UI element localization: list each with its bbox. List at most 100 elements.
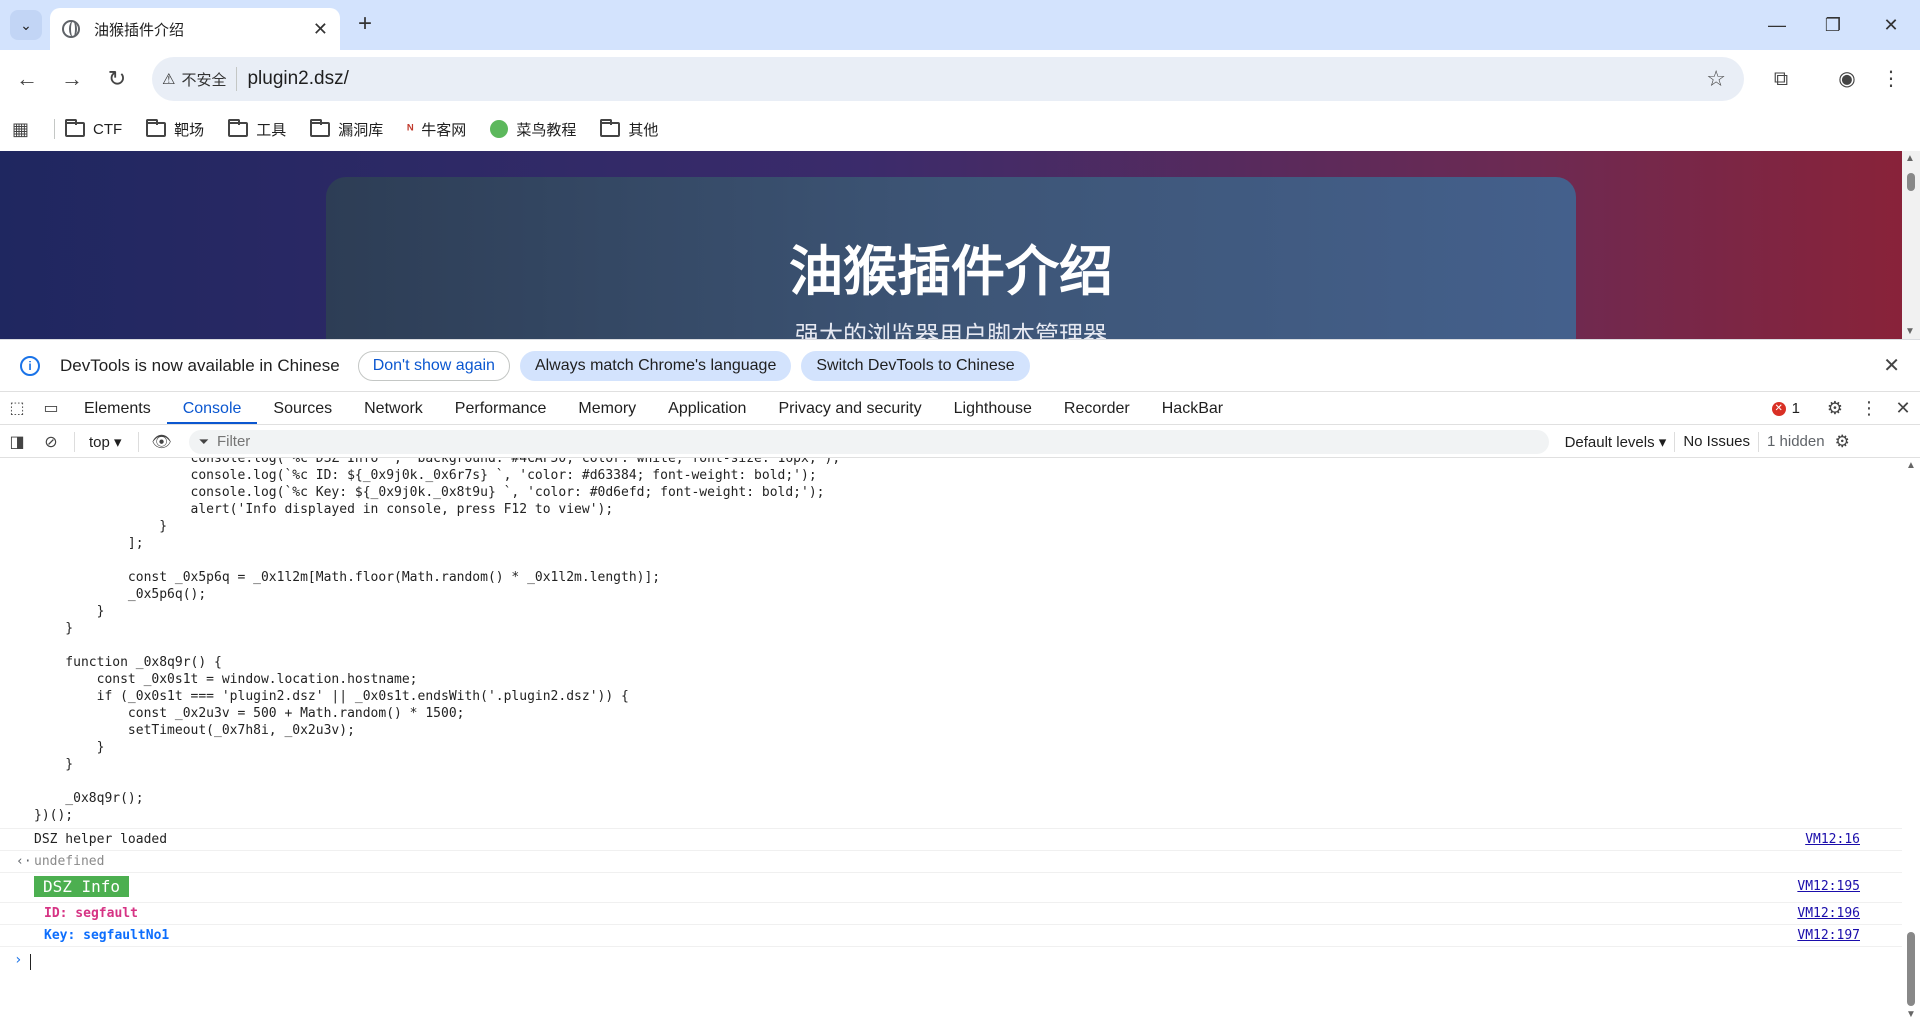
text-caret	[30, 954, 31, 970]
console-scroll-thumb[interactable]	[1907, 932, 1915, 1006]
devtools-menu-icon[interactable]: ⋮	[1852, 398, 1886, 419]
console-prompt-row[interactable]: ›	[0, 946, 1902, 976]
bookmark-nowcoder[interactable]: ᴺ 牛客网	[407, 119, 466, 140]
toolbar-divider	[74, 431, 75, 452]
page-subtitle: 强大的浏览器用户脚本管理器	[795, 322, 1107, 339]
bookmark-vulndb[interactable]: 漏洞库	[310, 118, 383, 140]
bookmark-star-icon[interactable]: ☆	[1706, 66, 1726, 92]
console-return-value: ‹· undefined	[0, 850, 1902, 872]
console-message: Key: segfaultNo1 VM12:197	[0, 924, 1902, 946]
source-link[interactable]: VM12:16	[1805, 832, 1860, 847]
security-label[interactable]: 不安全	[181, 69, 226, 90]
minimize-icon[interactable]: —	[1762, 10, 1792, 40]
error-count-badge[interactable]: ✕ 1	[1771, 400, 1800, 417]
switch-to-chinese-button[interactable]: Switch DevTools to Chinese	[801, 350, 1030, 381]
source-link[interactable]: VM12:196	[1797, 906, 1860, 921]
key-output: Key: segfaultNo1	[44, 928, 170, 943]
reload-icon[interactable]: ↻	[102, 64, 132, 94]
sidebar-toggle-icon[interactable]: ◨	[0, 432, 34, 452]
tab-lighthouse[interactable]: Lighthouse	[938, 392, 1048, 424]
tab-network[interactable]: Network	[348, 392, 439, 424]
console-message: ID: segfault VM12:196	[0, 902, 1902, 924]
console-output[interactable]: console.log(`%c DSZ Info `, 'background:…	[0, 458, 1902, 1020]
clear-console-icon[interactable]: ⊘	[34, 432, 68, 452]
tab-hackbar[interactable]: HackBar	[1146, 392, 1239, 424]
always-match-language-button[interactable]: Always match Chrome's language	[519, 350, 792, 381]
context-label: top	[89, 433, 110, 451]
toolbar-divider	[137, 431, 139, 452]
menu-icon[interactable]: ⋮	[1876, 64, 1906, 94]
close-infobar-icon[interactable]: ✕	[1883, 353, 1900, 378]
tab-sources[interactable]: Sources	[257, 392, 348, 424]
runoob-icon	[490, 120, 509, 138]
source-link[interactable]: VM12:197	[1797, 928, 1860, 943]
device-toolbar-icon[interactable]: ▭	[34, 392, 68, 424]
bookmark-label: 牛客网	[421, 121, 467, 139]
bookmark-label: 菜鸟教程	[516, 121, 577, 139]
filter-icon: ⏷	[198, 433, 209, 449]
browser-tab[interactable]: 油猴插件介绍 ✕	[50, 8, 340, 50]
filter-input[interactable]	[216, 433, 1517, 450]
back-icon[interactable]: ←	[12, 64, 42, 94]
page-scrollbar[interactable]: ▲ ▼	[1902, 151, 1920, 339]
console-toolbar: ◨ ⊘ top ▾ 👁 ⏷ Default levels ▾ No Issues…	[0, 426, 1920, 458]
forward-icon[interactable]: →	[57, 64, 87, 94]
tab-recorder[interactable]: Recorder	[1048, 392, 1146, 424]
scroll-up-icon[interactable]: ▲	[1906, 460, 1916, 471]
infobar-message: DevTools is now available in Chinese	[60, 355, 340, 375]
source-link[interactable]: VM12:195	[1797, 879, 1860, 894]
bookmarks-bar: ▦ CTF 靶场 工具 漏洞库 ᴺ 牛客网 菜鸟教程 其他	[0, 108, 1920, 150]
folder-icon	[600, 118, 621, 137]
url-text[interactable]: plugin2.dsz/	[247, 68, 348, 90]
tab-search-button[interactable]: ⌄	[10, 10, 42, 40]
apps-grid-icon[interactable]: ▦	[12, 119, 36, 140]
page-scroll-thumb[interactable]	[1907, 173, 1915, 191]
inspect-element-icon[interactable]: ⬚	[0, 392, 34, 424]
tab-console[interactable]: Console	[166, 392, 258, 424]
dont-show-again-button[interactable]: Don't show again	[357, 350, 510, 381]
page-title: 油猴插件介绍	[789, 242, 1113, 302]
prompt-chevron-icon: ›	[14, 952, 23, 968]
new-tab-button[interactable]: +	[352, 12, 378, 38]
close-tab-icon[interactable]: ✕	[313, 19, 328, 40]
nowcoder-icon: ᴺ	[407, 121, 414, 137]
page-viewport: 油猴插件介绍 强大的浏览器用户脚本管理器 ▲ ▼	[0, 151, 1920, 339]
bookmark-ctf[interactable]: CTF	[65, 118, 122, 138]
settings-gear-icon[interactable]: ⚙	[1818, 398, 1852, 419]
tab-memory[interactable]: Memory	[562, 392, 652, 424]
context-selector[interactable]: top ▾	[89, 433, 122, 451]
dsz-info-badge: DSZ Info	[34, 876, 130, 897]
tab-performance[interactable]: Performance	[439, 392, 563, 424]
code-echo: console.log(`%c DSZ Info `, 'background:…	[34, 458, 841, 823]
console-message: DSZ Info VM12:195	[0, 872, 1902, 902]
bookmark-tools[interactable]: 工具	[228, 118, 286, 140]
scroll-down-icon[interactable]: ▼	[1906, 1009, 1916, 1020]
scroll-up-icon[interactable]: ▲	[1905, 153, 1915, 164]
tab-privacy-security[interactable]: Privacy and security	[762, 392, 937, 424]
devtools-language-infobar: i DevTools is now available in Chinese D…	[0, 339, 1920, 391]
scroll-down-icon[interactable]: ▼	[1905, 326, 1915, 337]
console-settings-icon[interactable]: ⚙	[1835, 432, 1850, 452]
live-expression-eye-icon[interactable]: 👁	[145, 432, 179, 452]
restore-icon[interactable]: ❐	[1818, 10, 1848, 40]
bookmark-runoob[interactable]: 菜鸟教程	[490, 119, 576, 140]
hidden-count: 1 hidden	[1767, 433, 1825, 450]
console-scrollbar[interactable]: ▲ ▼	[1902, 458, 1920, 1020]
tab-strip: ⌄ 油猴插件介绍 ✕ + — ❐ ✕	[0, 0, 1920, 50]
tab-elements[interactable]: Elements	[68, 392, 167, 424]
bookmark-other[interactable]: 其他	[600, 118, 658, 140]
bookmark-range[interactable]: 靶场	[146, 118, 204, 140]
folder-icon	[228, 118, 249, 137]
log-levels-dropdown[interactable]: Default levels ▾	[1565, 433, 1667, 451]
console-filter[interactable]: ⏷	[188, 429, 1549, 454]
close-devtools-icon[interactable]: ✕	[1886, 398, 1920, 419]
profile-icon[interactable]: ◉	[1832, 64, 1862, 94]
folder-icon	[310, 118, 331, 137]
warning-icon: ⚠	[162, 71, 176, 88]
address-bar[interactable]: ⚠ 不安全 plugin2.dsz/ ☆	[152, 57, 1744, 101]
issues-button[interactable]: No Issues	[1683, 433, 1750, 450]
dsz-info-label: DSZ Info	[34, 876, 130, 897]
extensions-icon[interactable]: ⧉	[1766, 64, 1796, 94]
close-window-icon[interactable]: ✕	[1876, 10, 1906, 40]
tab-application[interactable]: Application	[652, 392, 762, 424]
